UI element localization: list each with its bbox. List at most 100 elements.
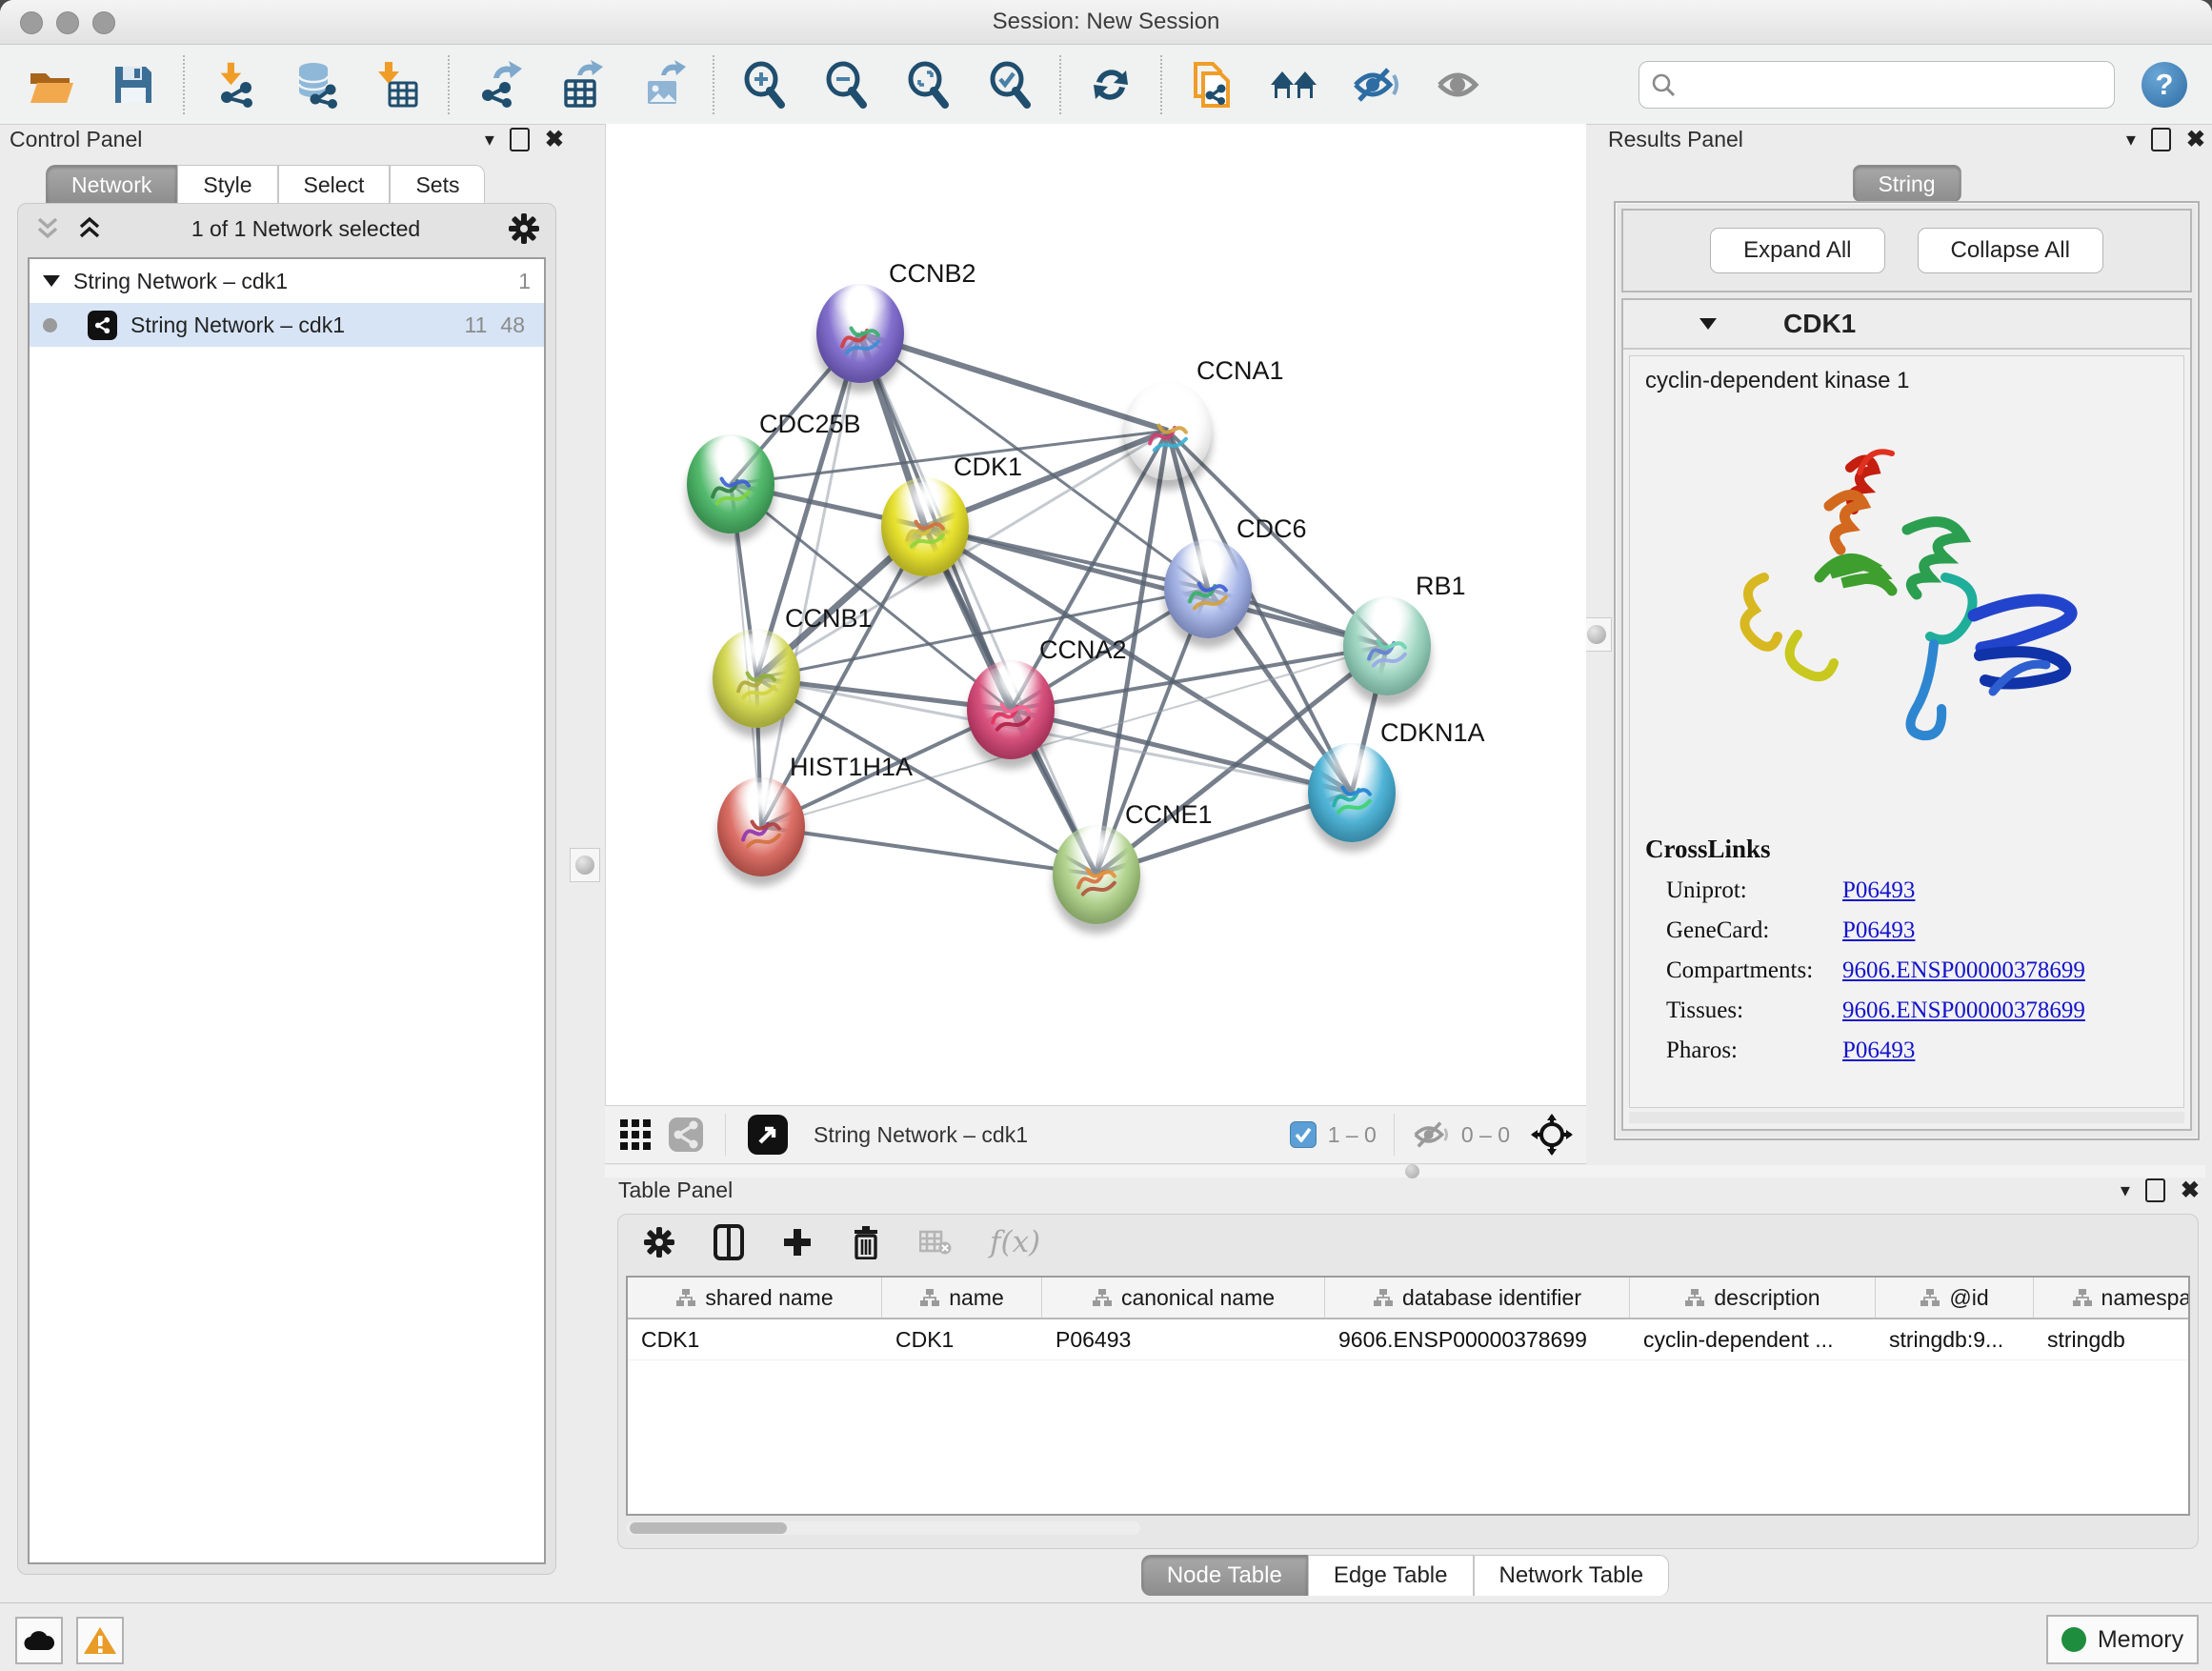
- table-cell[interactable]: stringdb: [2034, 1319, 2190, 1359]
- crosslink-link[interactable]: 9606.ENSP00000378699: [1842, 997, 2085, 1024]
- expand-all-button[interactable]: Expand All: [1710, 228, 1884, 273]
- apply-layout-button[interactable]: [1086, 60, 1136, 110]
- edge-CDC6-CCNB1[interactable]: [756, 589, 1208, 678]
- search-field[interactable]: [1639, 61, 2115, 109]
- import-table-button[interactable]: [373, 60, 423, 110]
- tab-select[interactable]: Select: [278, 165, 391, 204]
- control-panel-close-icon[interactable]: ✖: [545, 129, 564, 151]
- selected-checkbox[interactable]: [1290, 1121, 1317, 1148]
- open-session-button[interactable]: [27, 60, 76, 110]
- tab-network[interactable]: Network: [46, 165, 177, 204]
- grid-view-icon[interactable]: [618, 1117, 653, 1152]
- network-collection-row[interactable]: String Network – cdk1 1: [30, 259, 544, 303]
- export-image-button[interactable]: [638, 60, 688, 110]
- control-panel-float-icon[interactable]: [510, 128, 530, 151]
- node-CCNB2[interactable]: [816, 284, 904, 383]
- table-cell[interactable]: 9606.ENSP00000378699: [1325, 1319, 1630, 1359]
- horizontal-splitter[interactable]: [605, 1165, 2205, 1178]
- table-cell[interactable]: CDK1: [882, 1319, 1042, 1359]
- create-column-icon[interactable]: [782, 1227, 813, 1258]
- column-header-namespace[interactable]: namespace: [2034, 1278, 2190, 1318]
- memory-button[interactable]: Memory: [2046, 1615, 2199, 1664]
- network-row-selected[interactable]: String Network – cdk1 11 48: [30, 303, 544, 347]
- results-panel-close-icon[interactable]: ✖: [2186, 129, 2205, 151]
- column-header-database-identifier[interactable]: database identifier: [1325, 1278, 1630, 1318]
- table-panel-close-icon[interactable]: ✖: [2181, 1179, 2200, 1202]
- delete-column-icon[interactable]: [851, 1225, 881, 1259]
- table-panel-menu-icon[interactable]: ▾: [2121, 1181, 2130, 1200]
- node-CCNA2[interactable]: [967, 660, 1055, 759]
- crosslink-link[interactable]: 9606.ENSP00000378699: [1842, 957, 2085, 984]
- string-home-button[interactable]: [1269, 60, 1318, 110]
- show-all-button[interactable]: [1433, 60, 1482, 110]
- table-hscrollbar[interactable]: [626, 1521, 1140, 1535]
- zoom-fit-button[interactable]: [903, 60, 953, 110]
- crosslink-link[interactable]: P06493: [1842, 917, 1915, 944]
- column-header-description[interactable]: description: [1630, 1278, 1876, 1318]
- node-CDKN1A[interactable]: [1308, 743, 1396, 842]
- help-button[interactable]: ?: [2142, 62, 2187, 108]
- crosslink-link[interactable]: P06493: [1842, 877, 1915, 904]
- results-panel-float-icon[interactable]: [2151, 128, 2171, 151]
- node-CCNB1[interactable]: [713, 629, 800, 728]
- network-view-mode-icon[interactable]: [668, 1117, 704, 1153]
- edge-CDK1-RB1[interactable]: [925, 527, 1387, 646]
- table-hscrollbar-thumb[interactable]: [630, 1522, 787, 1534]
- node-CDK1[interactable]: [881, 477, 969, 576]
- control-panel-menu-icon[interactable]: ▾: [485, 131, 494, 150]
- node-CCNA1[interactable]: [1124, 381, 1212, 480]
- show-columns-icon[interactable]: [714, 1224, 744, 1260]
- zoom-in-button[interactable]: [739, 60, 789, 110]
- warnings-button[interactable]: [76, 1617, 124, 1664]
- crosslink-link[interactable]: P06493: [1842, 1037, 1915, 1064]
- results-scrollbar[interactable]: [1629, 1112, 2184, 1123]
- import-network-button[interactable]: [210, 60, 259, 110]
- table-row[interactable]: CDK1CDK1P064939606.ENSP00000378699cyclin…: [628, 1319, 2188, 1360]
- column-header-@id[interactable]: @id: [1876, 1278, 2034, 1318]
- gear-icon[interactable]: [508, 212, 540, 245]
- node-table[interactable]: shared namenamecanonical namedatabase id…: [626, 1276, 2190, 1516]
- export-table-button[interactable]: [556, 60, 606, 110]
- table-gear-icon[interactable]: [643, 1226, 675, 1258]
- tab-string[interactable]: String: [1852, 165, 1961, 202]
- node-entry-header[interactable]: CDK1: [1623, 300, 2190, 350]
- node-RB1[interactable]: [1343, 596, 1431, 695]
- table-cell[interactable]: P06493: [1042, 1319, 1325, 1359]
- left-splitter-handle[interactable]: [570, 848, 600, 882]
- network-view[interactable]: CCNB2CCNA1CDC25BCDK1CDC6RB1CCNB1CCNA2CDK…: [605, 124, 1586, 1105]
- save-session-button[interactable]: [109, 60, 158, 110]
- tab-network-table[interactable]: Network Table: [1474, 1555, 1670, 1596]
- edge-CCNB2-CCNE1[interactable]: [860, 333, 1096, 875]
- table-cell[interactable]: cyclin-dependent ...: [1630, 1319, 1876, 1359]
- table-panel-float-icon[interactable]: [2145, 1178, 2165, 1202]
- tab-sets[interactable]: Sets: [390, 165, 485, 204]
- import-network-from-database-button[interactable]: [292, 60, 341, 110]
- export-network-button[interactable]: [474, 60, 524, 110]
- edge-HIST1H1A-CCNE1[interactable]: [761, 827, 1096, 875]
- clone-network-button[interactable]: [1187, 60, 1237, 110]
- zoom-out-button[interactable]: [821, 60, 871, 110]
- birdseye-view-icon[interactable]: [747, 1114, 789, 1156]
- node-CDC6[interactable]: [1164, 539, 1252, 638]
- tree-expand-icon[interactable]: [43, 275, 60, 287]
- tab-edge-table[interactable]: Edge Table: [1308, 1555, 1474, 1596]
- cloud-button[interactable]: [15, 1617, 63, 1664]
- collapse-all-icon[interactable]: [33, 216, 62, 241]
- collapse-all-button[interactable]: Collapse All: [1918, 228, 2103, 273]
- table-cell[interactable]: CDK1: [628, 1319, 882, 1359]
- tab-node-table[interactable]: Node Table: [1141, 1555, 1308, 1596]
- node-CDC25B[interactable]: [687, 434, 774, 534]
- column-header-canonical-name[interactable]: canonical name: [1042, 1278, 1325, 1318]
- column-header-shared-name[interactable]: shared name: [628, 1278, 882, 1318]
- results-panel-menu-icon[interactable]: ▾: [2126, 131, 2136, 150]
- entry-collapse-icon[interactable]: [1699, 318, 1717, 330]
- center-view-icon[interactable]: [1531, 1114, 1573, 1156]
- table-cell[interactable]: stringdb:9...: [1876, 1319, 2034, 1359]
- expand-all-icon[interactable]: [75, 216, 104, 241]
- tab-style[interactable]: Style: [177, 165, 277, 204]
- hide-unselected-button[interactable]: [1351, 60, 1400, 110]
- horizontal-splitter-handle[interactable]: [1405, 1164, 1419, 1178]
- edge-CCNB2-CCNA1[interactable]: [860, 333, 1168, 431]
- node-HIST1H1A[interactable]: [717, 777, 805, 876]
- search-input[interactable]: [1683, 70, 2102, 98]
